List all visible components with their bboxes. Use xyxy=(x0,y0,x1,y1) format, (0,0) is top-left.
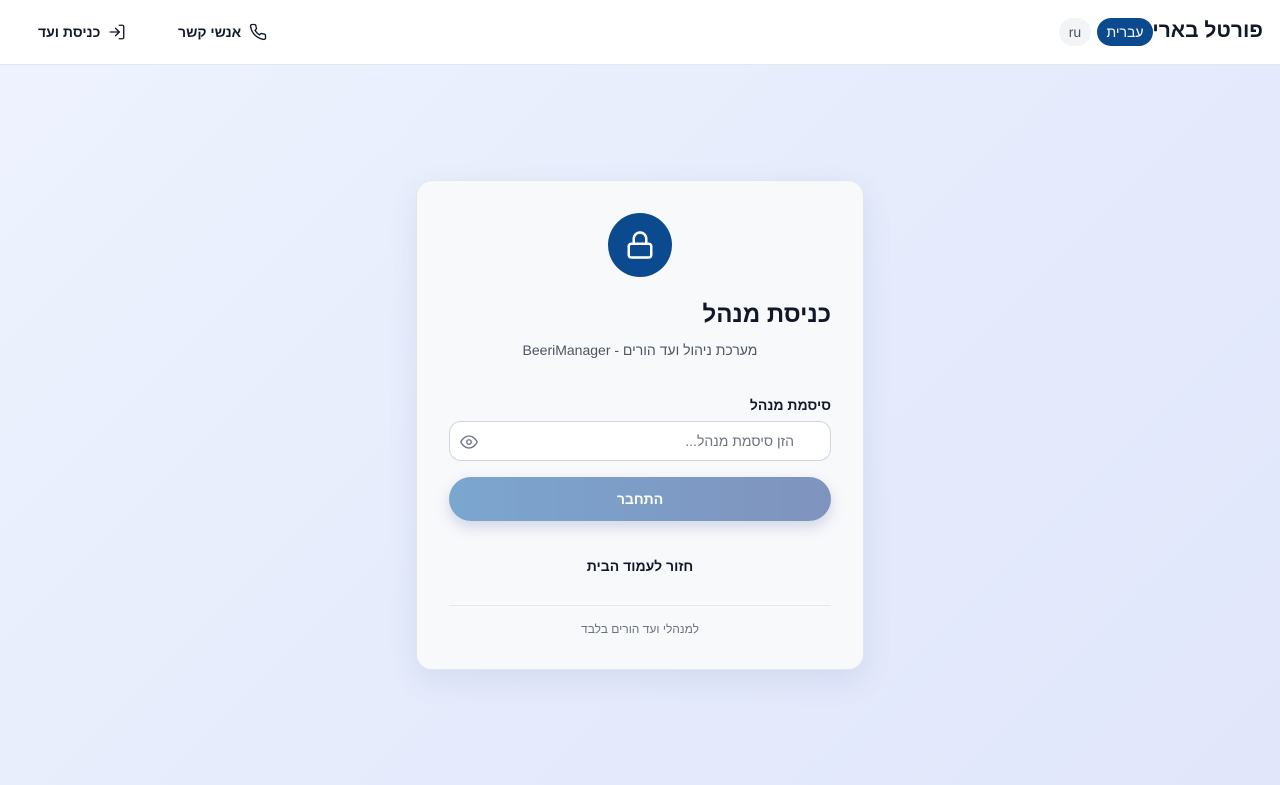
admin-only-note: למנהלי ועד הורים בלבד xyxy=(581,622,699,636)
top-header: פורטל בארי עברית ru אנשי קשר כניסת ועד xyxy=(0,0,1280,65)
password-field xyxy=(449,421,831,461)
back-to-home-link[interactable]: חזור לעמוד הבית xyxy=(417,558,863,574)
nav-contacts-label: אנשי קשר xyxy=(178,24,242,40)
nav-committee-login-link[interactable]: כניסת ועד xyxy=(38,20,128,44)
eye-icon[interactable] xyxy=(460,433,478,451)
login-submit-button[interactable]: התחבר xyxy=(449,477,831,521)
phone-icon xyxy=(250,23,267,41)
divider xyxy=(449,605,831,606)
lock-icon xyxy=(627,231,653,259)
admin-login-card: כניסת מנהל מערכת ניהול ועד הורים - Beeri… xyxy=(416,180,864,670)
language-hebrew-button[interactable]: עברית xyxy=(1097,18,1153,46)
nav-committee-login-label: כניסת ועד xyxy=(38,24,101,40)
language-russian-button[interactable]: ru xyxy=(1059,18,1091,46)
page-subtitle: מערכת ניהול ועד הורים - BeeriManager xyxy=(522,342,758,358)
password-label: סיסמת מנהל xyxy=(749,397,831,413)
brand-title[interactable]: פורטל בארי xyxy=(1152,19,1263,43)
login-icon xyxy=(109,24,125,40)
page-title: כניסת מנהל xyxy=(702,301,831,328)
password-input[interactable] xyxy=(486,422,794,460)
nav-contacts-link[interactable]: אנשי קשר xyxy=(178,20,270,44)
lock-badge xyxy=(608,213,672,277)
